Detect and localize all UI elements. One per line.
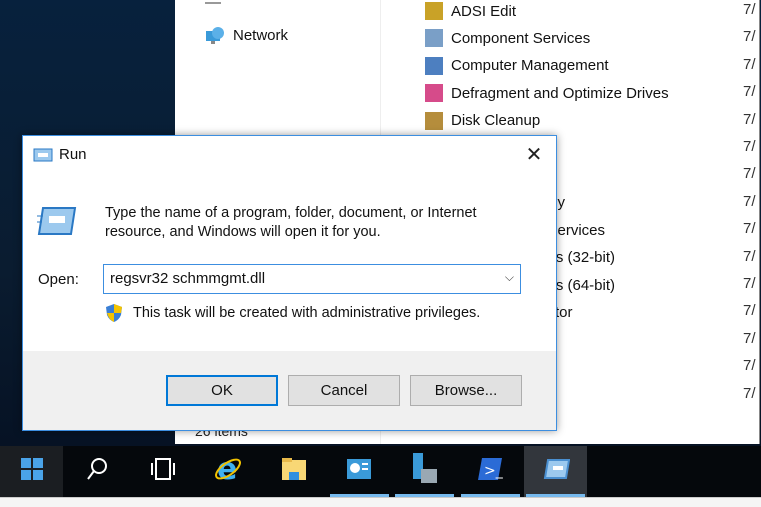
file-date: 7/ [743,165,756,183]
run-icon [542,458,570,485]
open-label: Open: [38,271,79,288]
nav-label: Network [233,26,289,44]
file-date: 7/ [743,357,756,375]
file-row[interactable]: Component Services [425,27,590,49]
browse-button[interactable]: Browse... [410,375,522,406]
shortcut-icon [425,29,443,48]
file-row[interactable]: Disk Cleanup [425,110,540,132]
nav-item-partial [205,2,221,4]
shortcut-icon [425,111,443,130]
taskbar-button-windows-start[interactable] [0,446,63,497]
taskbar-button-internet-explorer[interactable]: e [197,446,260,497]
cancel-button[interactable]: Cancel [288,375,400,406]
button-bar: OK Cancel Browse... [23,351,556,430]
file-explorer-icon [281,457,307,486]
taskbar-button-server-manager[interactable] [328,446,391,497]
uac-shield-icon [106,304,122,322]
file-row[interactable]: Defragment and Optimize Drives [425,82,669,104]
taskbar-button-powershell[interactable]: >_ [459,446,522,497]
file-row[interactable]: ADSI Edit [425,0,516,22]
bottom-strip [0,497,761,507]
run-large-icon [37,207,77,235]
taskbar-button-task-view[interactable] [131,446,194,497]
file-name: Defragment and Optimize Drives [451,84,669,102]
file-date: 7/ [743,138,756,155]
taskbar: e >_ [0,446,761,497]
run-dialog: Run ✕ Type the name of a program, folder… [22,135,557,431]
file-date: 7/ [743,1,756,18]
file-row[interactable]: Computer Management [425,55,609,77]
close-icon: ✕ [525,144,543,166]
file-name: ADSI Edit [451,2,517,20]
search-icon [86,457,108,486]
dialog-title: Run [59,146,87,163]
taskbar-button-search[interactable] [66,446,129,497]
taskbar-button-administrative-tools[interactable] [393,446,456,497]
file-date: 7/ [743,275,756,292]
powershell-icon: >_ [477,457,504,486]
file-date: 7/ [743,329,756,347]
administrative-tools-icon [411,453,439,490]
file-name: Computer Management [451,57,609,75]
file-date: 7/ [743,220,756,238]
shortcut-icon [425,2,443,20]
network-icon [206,27,224,44]
run-icon [33,148,53,162]
open-combobox[interactable]: regsvr32 schmmgmt.dll ⌵ [103,264,521,294]
taskbar-button-file-explorer[interactable] [262,446,325,497]
close-button[interactable]: ✕ [522,142,546,167]
file-date: 7/ [743,302,756,320]
file-date: 7/ [743,247,756,265]
dialog-description: Type the name of a program, folder, docu… [105,205,477,240]
shortcut-icon [425,84,443,103]
taskbar-button-run[interactable] [524,446,587,497]
file-date: 7/ [743,83,756,101]
chevron-down-icon[interactable]: ⌵ [505,270,514,285]
admin-note: This task will be created with administr… [105,303,480,323]
windows-start-icon [20,458,43,485]
file-date: 7/ [743,384,756,402]
task-view-icon [150,458,176,485]
internet-explorer-icon: e [213,452,243,489]
ok-button[interactable]: OK [166,375,278,406]
nav-item-network[interactable]: Network [205,26,288,44]
admin-note-text: This task will be created with administr… [133,305,481,321]
file-date: 7/ [743,192,756,210]
file-name: Component Services [451,29,591,47]
server-manager-icon [346,457,372,486]
file-date: 7/ [743,28,756,46]
file-name: Disk Cleanup [451,112,541,130]
open-input[interactable]: regsvr32 schmmgmt.dll [110,270,265,287]
file-date: 7/ [743,110,756,128]
file-date: 7/ [743,55,756,73]
shortcut-icon [425,56,443,75]
svg-text:>_: >_ [484,463,503,479]
